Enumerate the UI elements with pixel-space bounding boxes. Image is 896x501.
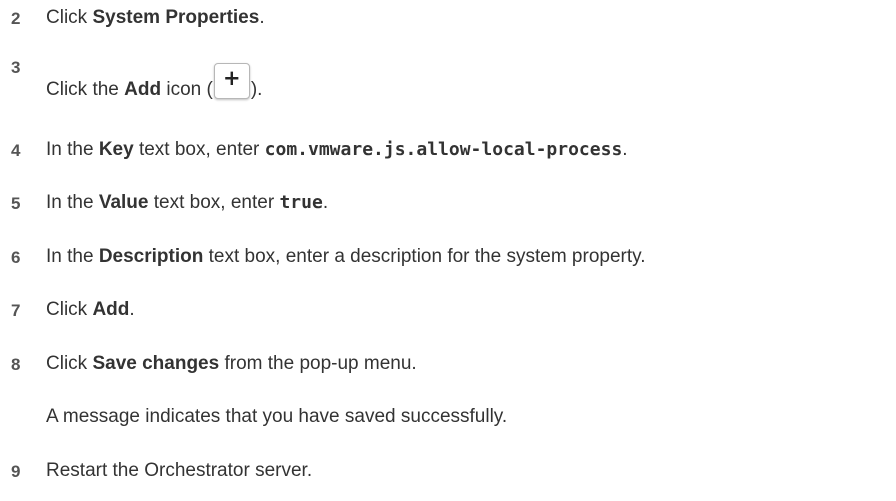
step-text-part: from the pop-up menu. bbox=[219, 353, 417, 374]
step-text-part: text box, enter bbox=[148, 192, 280, 213]
step-number: 3 bbox=[11, 58, 21, 77]
ui-term: Save changes bbox=[92, 353, 220, 374]
step-text-part: Restart the Orchestrator server. bbox=[46, 460, 313, 481]
step-text: In the Value text box, enter true. bbox=[46, 191, 328, 215]
step-number: 2 bbox=[11, 9, 21, 28]
step-text-part: Click bbox=[46, 299, 93, 320]
step-text-part: In the bbox=[46, 192, 99, 213]
step-text-part: In the bbox=[46, 246, 99, 267]
step-number: 5 bbox=[11, 194, 21, 213]
ui-term: Add bbox=[92, 299, 130, 320]
ui-term: Key bbox=[98, 139, 134, 160]
code-value: com.vmware.js.allow-local-process bbox=[264, 139, 623, 160]
step-text-part: In the bbox=[46, 139, 99, 160]
plus-icon: + bbox=[213, 63, 250, 99]
step-text: Click Add. bbox=[46, 298, 135, 322]
step-text-part: ). bbox=[250, 79, 263, 100]
step-number: 7 bbox=[11, 301, 21, 320]
step-text-part: Click the bbox=[46, 79, 125, 100]
step-number: 6 bbox=[11, 248, 21, 267]
step-text-part: . bbox=[322, 192, 329, 213]
step-text: In the Key text box, enter com.vmware.js… bbox=[46, 138, 628, 162]
ui-term: Add bbox=[124, 79, 162, 100]
step-text: Click System Properties. bbox=[46, 6, 265, 30]
step-text: Click the Add icon ( +). bbox=[46, 63, 262, 102]
step-text: Restart the Orchestrator server. bbox=[46, 459, 312, 483]
step-text-part: Click bbox=[46, 353, 93, 374]
result-text: A message indicates that you have saved … bbox=[46, 406, 508, 427]
step-number: 9 bbox=[11, 462, 21, 481]
step-text: Click Save changes from the pop-up menu. bbox=[46, 352, 417, 376]
step-text: In the Description text box, enter a des… bbox=[46, 245, 646, 269]
ui-term: Description bbox=[98, 246, 204, 267]
ui-term: System Properties bbox=[92, 7, 260, 28]
step-text-part: text box, enter a description for the sy… bbox=[203, 246, 646, 267]
step-number: 8 bbox=[11, 355, 21, 374]
step-text-part: text box, enter bbox=[133, 139, 265, 160]
ui-term: Value bbox=[98, 192, 149, 213]
code-value: true bbox=[279, 192, 323, 213]
plus-glyph: + bbox=[223, 66, 241, 90]
step-text-part: Click bbox=[46, 7, 93, 28]
step-text-part: . bbox=[129, 299, 135, 320]
step-text-part: . bbox=[622, 139, 628, 160]
step-number: 4 bbox=[11, 141, 21, 160]
step-text-part: . bbox=[259, 7, 265, 28]
step-text-part: icon ( bbox=[161, 79, 213, 100]
